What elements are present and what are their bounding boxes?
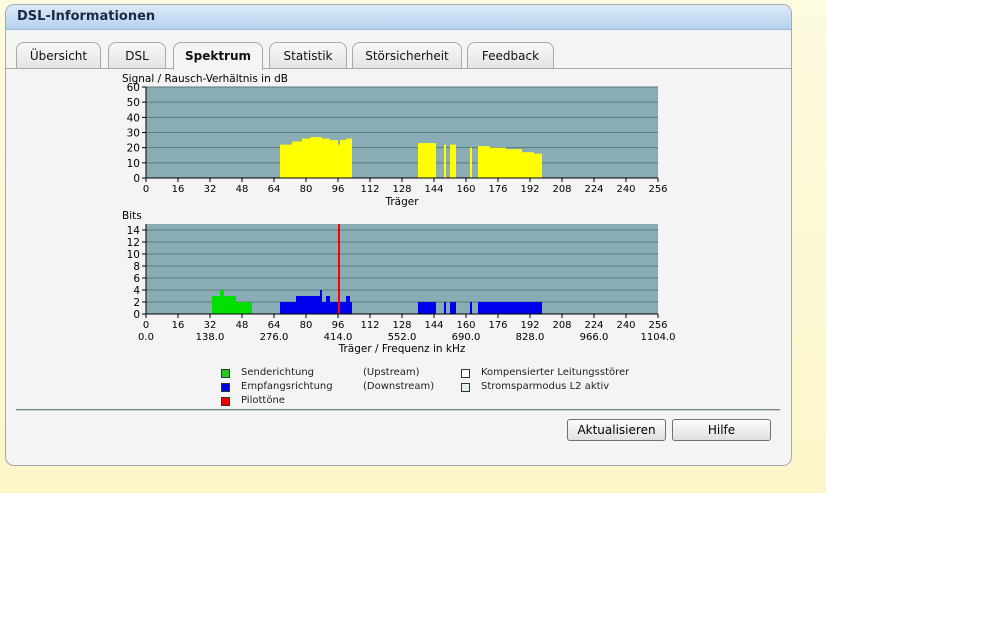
bits-bar-senderichtung bbox=[212, 296, 220, 314]
bits-bar-empfangsrichtung bbox=[444, 302, 446, 314]
legend-send-label: Senderichtung bbox=[241, 367, 315, 378]
bits-x-tick-label: 160 bbox=[456, 320, 475, 331]
bits-x-tick-label: 256 bbox=[648, 320, 667, 331]
bits-title: Bits bbox=[122, 210, 142, 222]
separator-line bbox=[16, 409, 780, 411]
bits-x-freq-label: 690.0 bbox=[452, 332, 481, 343]
bits-x-freq-label: 966.0 bbox=[580, 332, 609, 343]
bits-y-tick-label: 14 bbox=[127, 225, 141, 237]
bits-x-freq-label: 828.0 bbox=[516, 332, 545, 343]
bits-bar-empfangsrichtung bbox=[470, 302, 472, 314]
bits-x-tick-label: 192 bbox=[520, 320, 539, 331]
bits-y-tick-label: 2 bbox=[133, 297, 140, 309]
bits-x-tick-label: 240 bbox=[616, 320, 635, 331]
bits-x-label: Träger / Frequenz in kHz bbox=[338, 343, 466, 355]
bits-x-tick-label: 64 bbox=[268, 320, 281, 331]
bits-x-freq-label: 552.0 bbox=[388, 332, 417, 343]
bits-x-tick-label: 112 bbox=[360, 320, 379, 331]
bits-x-freq-label: 138.0 bbox=[196, 332, 225, 343]
bits-bar-empfangsrichtung bbox=[326, 296, 330, 314]
refresh-button[interactable]: Aktualisieren bbox=[567, 419, 666, 441]
bits-chart: 02468101214 0 16 32 48 64 80 96 112 128 144 160 176 1… bbox=[122, 210, 676, 355]
bits-x-tick-label: 16 bbox=[172, 320, 185, 331]
legend-l2-label: Stromsparmodus L2 aktiv bbox=[481, 381, 610, 392]
bits-bar-senderichtung bbox=[236, 302, 252, 314]
bits-bar-empfangsrichtung bbox=[346, 296, 350, 314]
bits-bar-empfangsrichtung bbox=[322, 302, 326, 314]
legend-receive-swatch bbox=[221, 383, 230, 392]
bits-x-freq-label: 276.0 bbox=[260, 332, 289, 343]
bits-y-tick-label: 6 bbox=[133, 273, 140, 285]
legend-receive-label: Empfangsrichtung bbox=[241, 381, 333, 392]
bits-bar-pilottöne bbox=[338, 224, 340, 314]
bits-x-tick-label: 144 bbox=[424, 320, 443, 331]
bits-x-tick-label: 32 bbox=[204, 320, 217, 331]
legend-compensated-label: Kompensierter Leitungsstörer bbox=[481, 367, 630, 378]
bits-bar-empfangsrichtung bbox=[280, 302, 296, 314]
legend-send-swatch bbox=[221, 369, 230, 378]
bits-x-freq-label: 414.0 bbox=[324, 332, 353, 343]
legend-pilot-label: Pilottöne bbox=[241, 395, 285, 406]
bits-bar-senderichtung bbox=[224, 296, 236, 314]
bits-x-tick-label: 48 bbox=[236, 320, 249, 331]
legend-compensated-swatch bbox=[461, 369, 470, 378]
dsl-info-panel: DSL-Informationen Übersicht DSL Spektrum… bbox=[5, 4, 792, 466]
bits-bar-empfangsrichtung bbox=[350, 302, 352, 314]
bits-y-tick-label: 0 bbox=[133, 309, 140, 321]
bits-y-tick-label: 4 bbox=[133, 285, 140, 297]
bits-x-tick-label: 0 bbox=[143, 320, 149, 331]
bits-x-tick-label: 80 bbox=[300, 320, 313, 331]
legend-pilot-swatch bbox=[221, 397, 230, 406]
bits-y-tick-label: 10 bbox=[127, 249, 140, 261]
bits-bar-empfangsrichtung bbox=[296, 296, 320, 314]
bits-bar-empfangsrichtung bbox=[320, 290, 322, 314]
bits-x-tick-label: 176 bbox=[488, 320, 507, 331]
bits-bar-senderichtung bbox=[220, 290, 224, 314]
bits-x-freq-label: 0.0 bbox=[138, 332, 154, 343]
bits-bar-empfangsrichtung bbox=[450, 302, 456, 314]
help-button[interactable]: Hilfe bbox=[672, 419, 771, 441]
bits-x-freq-label: 1104.0 bbox=[641, 332, 676, 343]
legend-receive-direction: (Downstream) bbox=[363, 381, 435, 392]
bits-bar-empfangsrichtung bbox=[418, 302, 436, 314]
bits-x-tick-label: 96 bbox=[332, 320, 345, 331]
bits-bar-empfangsrichtung bbox=[478, 302, 542, 314]
bits-x-tick-label: 128 bbox=[392, 320, 411, 331]
legend-l2-swatch bbox=[461, 383, 470, 392]
legend-send-direction: (Upstream) bbox=[363, 367, 420, 378]
bits-x-tick-label: 224 bbox=[584, 320, 603, 331]
bits-x-tick-label: 208 bbox=[552, 320, 571, 331]
bits-y-tick-label: 12 bbox=[127, 237, 140, 249]
bits-y-tick-label: 8 bbox=[133, 261, 140, 273]
